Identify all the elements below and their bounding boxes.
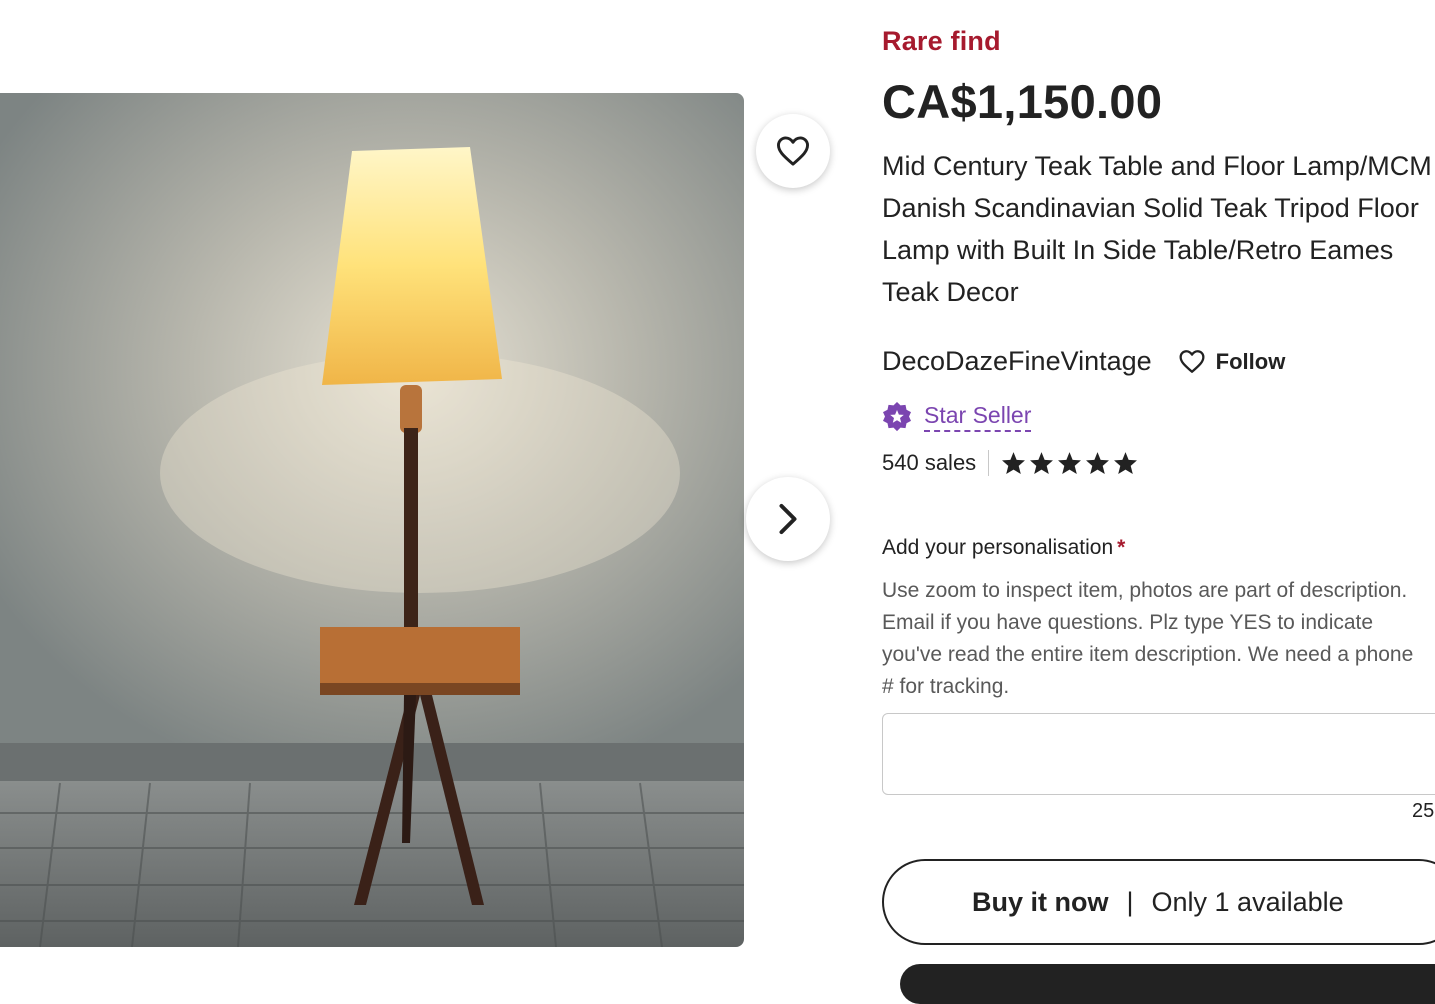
listing-title: Mid Century Teak Table and Floor Lamp/MC… — [882, 151, 1432, 307]
personalisation-label: Add your personalisation * — [882, 536, 1125, 560]
character-counter: 256 — [1412, 800, 1435, 822]
shop-row: DecoDazeFineVintage Follow — [882, 346, 1285, 377]
star-icon — [1002, 452, 1026, 474]
personalisation-instructions: Use zoom to inspect item, photos are par… — [882, 579, 1414, 698]
star-seller-row: Star Seller — [882, 402, 1032, 432]
heart-icon — [776, 136, 809, 166]
availability-text: Only 1 available — [1151, 886, 1344, 917]
sales-count: 540 sales — [882, 450, 977, 475]
star-icon — [1058, 452, 1082, 474]
divider — [988, 450, 990, 476]
star-seller-link[interactable]: Star Seller — [924, 402, 1032, 432]
personalisation-label-text: Add your personalisation — [882, 536, 1114, 559]
heart-outline-icon — [1179, 350, 1205, 373]
shop-name-link[interactable]: DecoDazeFineVintage — [882, 346, 1152, 377]
lamp-photo — [0, 93, 744, 947]
star-icon — [1030, 452, 1054, 474]
required-mark: * — [1117, 536, 1126, 559]
buy-separator: | — [1126, 886, 1134, 917]
buy-it-now-label: Buy it now — [972, 886, 1109, 917]
rare-find-badge: Rare find — [882, 26, 1001, 56]
chevron-right-icon — [779, 503, 797, 535]
personalisation-input[interactable] — [882, 713, 1435, 795]
follow-label: Follow — [1215, 348, 1286, 374]
follow-button[interactable]: Follow — [1178, 348, 1286, 375]
star-icon — [1086, 452, 1110, 474]
rating-stars[interactable] — [1001, 451, 1138, 475]
star-seller-badge-icon — [883, 402, 911, 432]
add-to-basket-button[interactable] — [900, 964, 1435, 1004]
star-icon — [1114, 452, 1138, 474]
price: CA$1,150.00 — [882, 75, 1163, 128]
sales-rating-row: 540 sales — [882, 450, 1138, 476]
product-image[interactable] — [0, 93, 744, 947]
buy-it-now-button[interactable]: Buy it now | Only 1 available — [882, 859, 1435, 945]
favorite-button[interactable] — [756, 114, 830, 188]
next-image-button[interactable] — [746, 477, 830, 561]
